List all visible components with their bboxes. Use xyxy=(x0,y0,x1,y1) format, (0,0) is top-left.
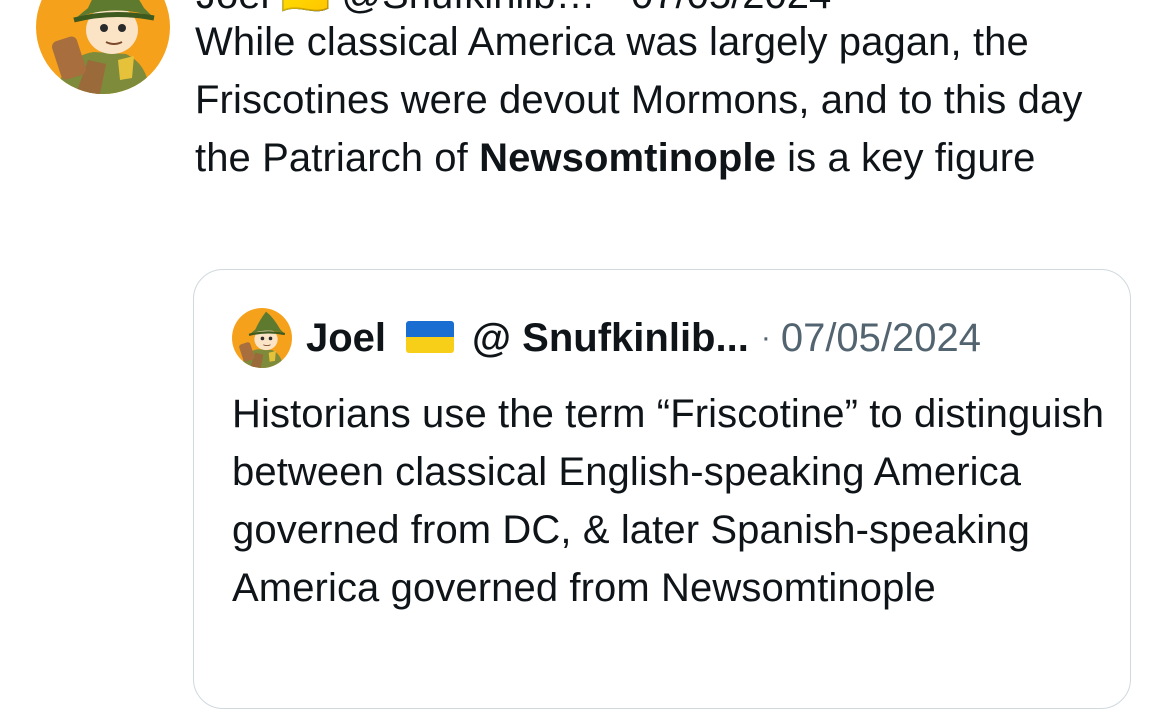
snufkin-avatar-icon xyxy=(232,308,292,368)
quoted-avatar[interactable] xyxy=(232,308,292,368)
quoted-tweet-text: Historians use the term “Friscotine” to … xyxy=(232,392,1105,610)
tweet-text: While classical America was largely paga… xyxy=(195,13,1145,187)
profile-avatar[interactable] xyxy=(36,0,170,94)
tweet-text-part2: is a key figure xyxy=(775,136,1036,180)
separator-dot: · xyxy=(760,321,771,354)
quoted-tweet-card[interactable]: Joel @ Snufkinlib... · 07/05/2024 Histor… xyxy=(193,269,1131,709)
quoted-handle[interactable]: @ Snufkinlib... xyxy=(472,316,749,361)
snufkin-avatar-icon xyxy=(36,0,170,94)
tweet-text-bold: Newsomtinople xyxy=(479,136,776,180)
ukraine-flag-icon xyxy=(406,321,455,353)
quoted-tweet-header: Joel @ Snufkinlib... · 07/05/2024 xyxy=(232,307,981,369)
quoted-display-name[interactable]: Joel xyxy=(306,316,386,361)
quoted-date[interactable]: 07/05/2024 xyxy=(781,316,981,361)
tweet-screen: Joel 🇺🇦 @Snufkinlib… · 07/05/2024 While … xyxy=(0,0,1170,724)
